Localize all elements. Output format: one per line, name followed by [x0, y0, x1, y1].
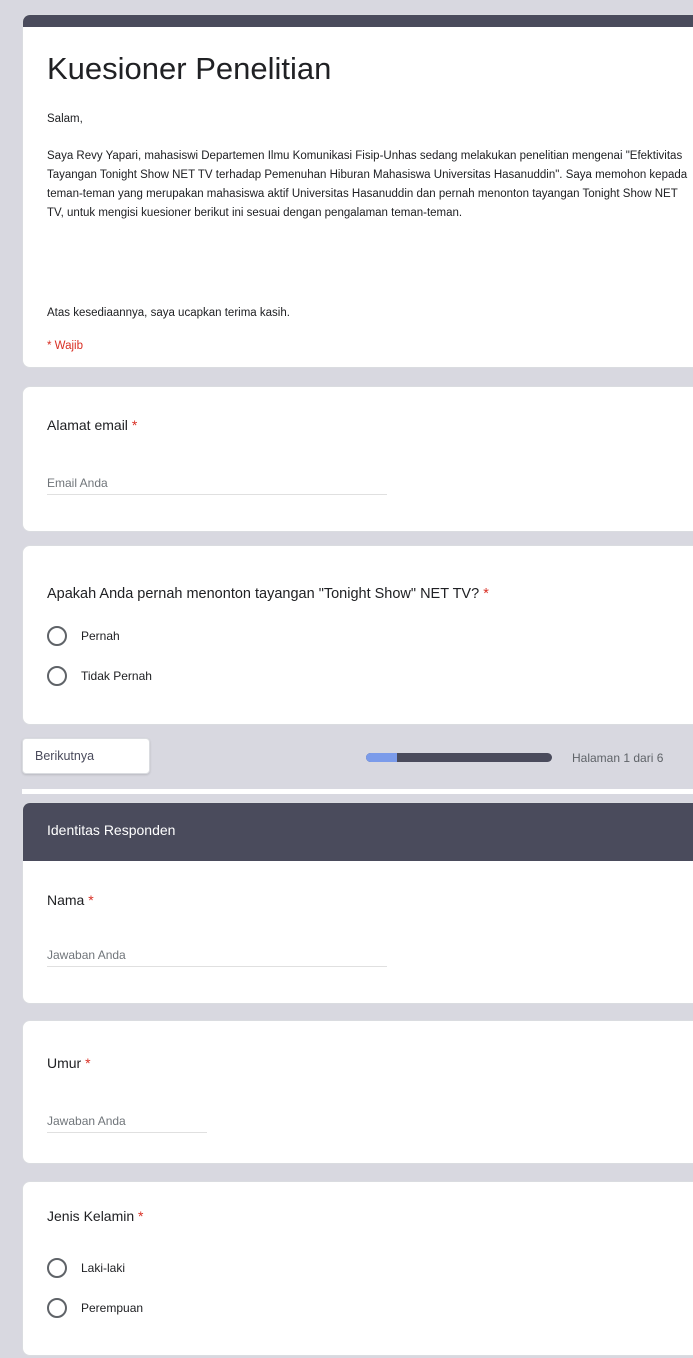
email-question-card: Alamat email *: [22, 386, 693, 532]
required-asterisk: *: [138, 1208, 144, 1224]
radio-circle-icon[interactable]: [47, 666, 67, 686]
name-input[interactable]: [47, 943, 387, 967]
radio-circle-icon[interactable]: [47, 1298, 67, 1318]
gender-question-text: Jenis Kelamin: [47, 1208, 135, 1224]
form-page: Kuesioner Penelitian Salam, Saya Revy Ya…: [0, 0, 693, 1358]
progress-bar: [366, 753, 552, 762]
page-divider: [22, 789, 693, 794]
identity-section-card: Identitas Responden Nama *: [22, 802, 693, 1004]
required-asterisk: *: [88, 892, 94, 908]
watch-question-card: Apakah Anda pernah menonton tayangan "To…: [22, 545, 693, 725]
required-asterisk: *: [85, 1055, 91, 1071]
form-title: Kuesioner Penelitian: [47, 51, 332, 86]
gender-question-label: Jenis Kelamin *: [47, 1208, 144, 1224]
name-question-text: Nama: [47, 892, 85, 908]
age-input[interactable]: [47, 1109, 207, 1133]
theme-top-bar: [23, 15, 693, 27]
age-question-label: Umur *: [47, 1055, 91, 1071]
watch-question-text: Apakah Anda pernah menonton tayangan "To…: [47, 586, 480, 602]
radio-label: Laki-laki: [81, 1261, 126, 1275]
required-asterisk: *: [483, 586, 489, 602]
radio-option-tidak-pernah[interactable]: Tidak Pernah: [47, 666, 152, 686]
next-button[interactable]: Berikutnya: [22, 738, 150, 774]
radio-label: Tidak Pernah: [81, 669, 152, 683]
radio-option-pernah[interactable]: Pernah: [47, 626, 120, 646]
navigation-row: Berikutnya Halaman 1 dari 6: [0, 736, 693, 776]
section-title: Identitas Responden: [47, 822, 176, 838]
gender-question-card: Jenis Kelamin * Laki-laki Perempuan: [22, 1181, 693, 1356]
form-header-card: Kuesioner Penelitian Salam, Saya Revy Ya…: [22, 14, 693, 368]
form-thanks: Atas kesediaannya, saya ucapkan terima k…: [47, 307, 290, 319]
email-question-text: Alamat email: [47, 417, 128, 433]
age-question-card: Umur *: [22, 1020, 693, 1164]
radio-label: Pernah: [81, 629, 120, 643]
form-description: Saya Revy Yapari, mahasiswi Departemen I…: [47, 150, 688, 219]
section-header: Identitas Responden: [23, 803, 693, 861]
required-asterisk: *: [131, 417, 138, 433]
watch-question-label: Apakah Anda pernah menonton tayangan "To…: [47, 586, 489, 602]
email-input[interactable]: [47, 471, 387, 495]
page-indicator: Halaman 1 dari 6: [572, 751, 664, 765]
name-question-label: Nama *: [47, 892, 94, 908]
progress-bar-fill: [366, 753, 398, 762]
radio-circle-icon[interactable]: [47, 1258, 67, 1278]
form-greeting: Salam,: [47, 113, 83, 125]
radio-circle-icon[interactable]: [47, 626, 67, 646]
radio-label: Perempuan: [81, 1301, 144, 1315]
age-question-text: Umur: [47, 1055, 82, 1071]
radio-option-laki-laki[interactable]: Laki-laki: [47, 1258, 125, 1278]
required-note: * Wajib: [47, 340, 83, 352]
radio-option-perempuan[interactable]: Perempuan: [47, 1298, 143, 1318]
email-question-label: Alamat email *: [47, 417, 137, 433]
